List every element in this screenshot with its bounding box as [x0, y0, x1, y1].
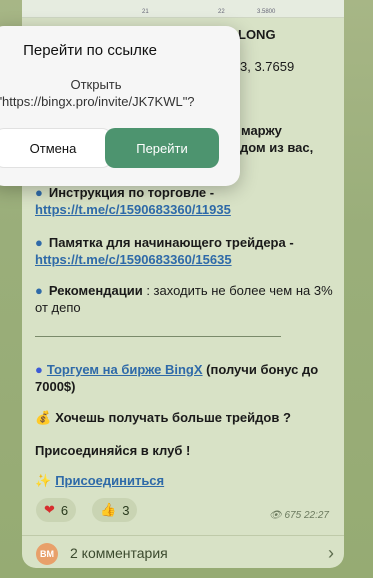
comments-label: 2 комментария: [70, 545, 168, 561]
bullet-icon: ●: [35, 235, 43, 250]
chart-preview-strip: 21 22 3.5800: [22, 0, 344, 18]
reaction-heart[interactable]: ❤ 6: [36, 498, 77, 522]
reaction-count: 6: [60, 502, 69, 518]
heart-icon: ❤: [44, 502, 55, 517]
join-club-text: Присоединяйся в клуб !: [35, 443, 191, 458]
comments-button[interactable]: BM 2 комментария ›: [22, 535, 344, 575]
join-line: ✨ Присоединиться: [35, 472, 164, 489]
eye-icon: 👁: [269, 510, 282, 521]
dialog-title: Перейти по ссылке: [23, 42, 157, 59]
post-partial-line: маржу: [241, 123, 282, 138]
post-partial-line: дом из вас,: [240, 140, 314, 155]
chevron-right-icon: ›: [328, 543, 334, 563]
trade-line: ● Торгуем на бирже BingX (получи бонус до…: [35, 362, 319, 394]
open-link-dialog: Перейти по ссылке Открыть "https://bingx…: [0, 26, 240, 186]
instruction-line: ● Инструкция по торговле - https://t.me/c…: [35, 185, 231, 217]
post-partial-line: 3, 3.7659: [240, 59, 295, 74]
bullet-icon: ●: [35, 283, 43, 298]
instruction-link[interactable]: https://t.me/c/1590683360/11935: [35, 202, 231, 217]
divider: [35, 336, 281, 337]
thumbs-up-icon: 👍: [100, 502, 117, 517]
sparkle-cursor-icon: ✨: [35, 473, 52, 488]
message-time: 22:27: [303, 510, 329, 521]
dialog-body: Открыть "https://bingx.pro/invite/JK7KWL…: [0, 77, 195, 109]
cancel-button[interactable]: Отмена: [0, 128, 112, 168]
reaction-count: 3: [122, 502, 130, 518]
memo-link[interactable]: https://t.me/c/1590683360/15635: [35, 252, 232, 267]
message-meta: 👁 675 22:27: [269, 510, 329, 521]
avatar: BM: [36, 543, 58, 565]
chart-tick: 22: [218, 9, 225, 15]
post-partial-line: LONG: [238, 27, 276, 42]
blue-circle-icon: ●: [35, 362, 43, 377]
chart-tick: 21: [142, 9, 149, 15]
view-count: 675: [284, 510, 302, 521]
memo-line: ● Памятка для начинающего трейдера - http…: [35, 235, 294, 267]
recommendation-line: ● Рекомендации : заходить не более чем на…: [35, 283, 333, 315]
reaction-thumbs-up[interactable]: 👍 3: [92, 498, 138, 522]
chart-tick: 3.5800: [257, 9, 276, 15]
go-button[interactable]: Перейти: [105, 128, 219, 168]
join-link[interactable]: Присоединиться: [55, 473, 164, 488]
more-trades-line: 💰 Хочешь получать больше трейдов ?: [35, 410, 291, 425]
money-bag-icon: 💰: [35, 410, 52, 425]
bullet-icon: ●: [35, 185, 43, 200]
bingx-link[interactable]: Торгуем на бирже BingX: [47, 362, 203, 377]
